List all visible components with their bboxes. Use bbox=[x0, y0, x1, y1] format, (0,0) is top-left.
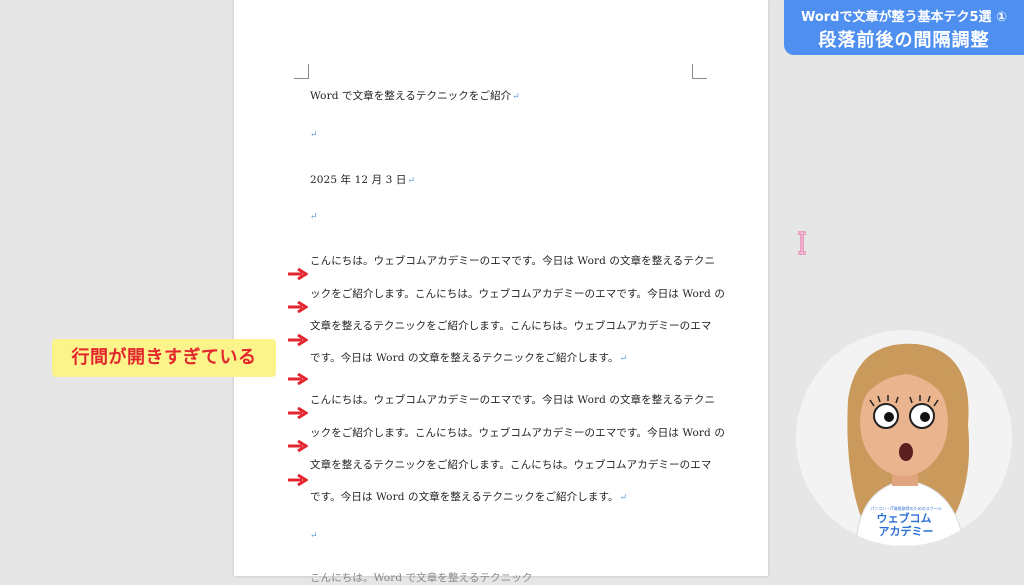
doc-date-line[interactable]: 2025 年 12 月 3 日↵ bbox=[310, 172, 415, 187]
doc-text-line[interactable]: こんにちは。ウェブコムアカデミーのエマです。今日は Word の文章を整えるテク… bbox=[310, 253, 715, 268]
paragraph-mark-icon: ↵ bbox=[619, 493, 628, 503]
presenter-avatar: パソコン・IT資格取得のためのスクール ウェブコム アカデミー bbox=[796, 330, 1012, 546]
doc-title-line[interactable]: Word で文章を整えるテクニックをご紹介↵ bbox=[310, 88, 520, 103]
paragraph-mark-icon: ↵ bbox=[310, 130, 318, 140]
shirt-text-1: ウェブコム bbox=[877, 511, 932, 525]
doc-text-line[interactable]: 文章を整えるテクニックをご紹介します。こんにちは。ウェブコムアカデミーのエマ bbox=[310, 457, 711, 472]
doc-text-line[interactable]: です。今日は Word の文章を整えるテクニックをご紹介します。↵ bbox=[310, 350, 627, 365]
presenter-illustration: パソコン・IT資格取得のためのスクール ウェブコム アカデミー bbox=[847, 343, 970, 546]
margin-corner-top-right bbox=[692, 64, 707, 79]
doc-text-line[interactable]: です。今日は Word の文章を整えるテクニックをご紹介します。↵ bbox=[310, 489, 627, 504]
red-arrow-icon bbox=[288, 268, 308, 280]
paragraph-mark-icon: ↵ bbox=[619, 354, 628, 364]
red-arrow-icon bbox=[288, 440, 308, 452]
lesson-topic-title: 段落前後の間隔調整 bbox=[818, 30, 990, 51]
lesson-title-banner: Wordで文章が整う基本テク5選 ① 段落前後の間隔調整 bbox=[784, 0, 1024, 55]
document-page[interactable]: Word で文章を整えるテクニックをご紹介↵ ↵ 2025 年 12 月 3 日… bbox=[234, 0, 768, 584]
margin-corner-top-left bbox=[294, 64, 309, 79]
paragraph-mark-icon: ↵ bbox=[407, 176, 416, 186]
red-arrow-icon bbox=[288, 373, 308, 385]
red-arrow-icon bbox=[288, 301, 308, 313]
doc-text-line[interactable]: こんにちは。ウェブコムアカデミーのエマです。今日は Word の文章を整えるテク… bbox=[310, 392, 715, 407]
red-arrow-icon bbox=[288, 407, 308, 419]
doc-text-line[interactable]: ックをご紹介します。こんにちは。ウェブコムアカデミーのエマです。今日は Word… bbox=[310, 286, 725, 301]
red-arrow-icon bbox=[288, 474, 308, 486]
red-arrow-icon bbox=[288, 334, 308, 346]
shirt-text-top: パソコン・IT資格取得のためのスクール bbox=[870, 505, 942, 511]
paragraph-mark-icon: ↵ bbox=[310, 212, 318, 222]
doc-text-line[interactable]: ックをご紹介します。こんにちは。ウェブコムアカデミーのエマです。今日は Word… bbox=[310, 425, 725, 440]
lesson-series-title: Wordで文章が整う基本テク5選 ① bbox=[800, 10, 1008, 25]
line-spacing-callout: 行間が開きすぎている bbox=[52, 339, 276, 377]
shirt-text-2: アカデミー bbox=[879, 524, 934, 538]
doc-text-line[interactable]: 文章を整えるテクニックをご紹介します。こんにちは。ウェブコムアカデミーのエマ bbox=[310, 318, 711, 333]
paragraph-mark-icon: ↵ bbox=[512, 92, 520, 102]
paragraph-mark-icon: ↵ bbox=[310, 531, 318, 541]
doc-text-line-cut[interactable]: こんにちは。Word で文章を整えるテクニック bbox=[310, 570, 532, 585]
text-cursor-icon bbox=[798, 231, 806, 255]
